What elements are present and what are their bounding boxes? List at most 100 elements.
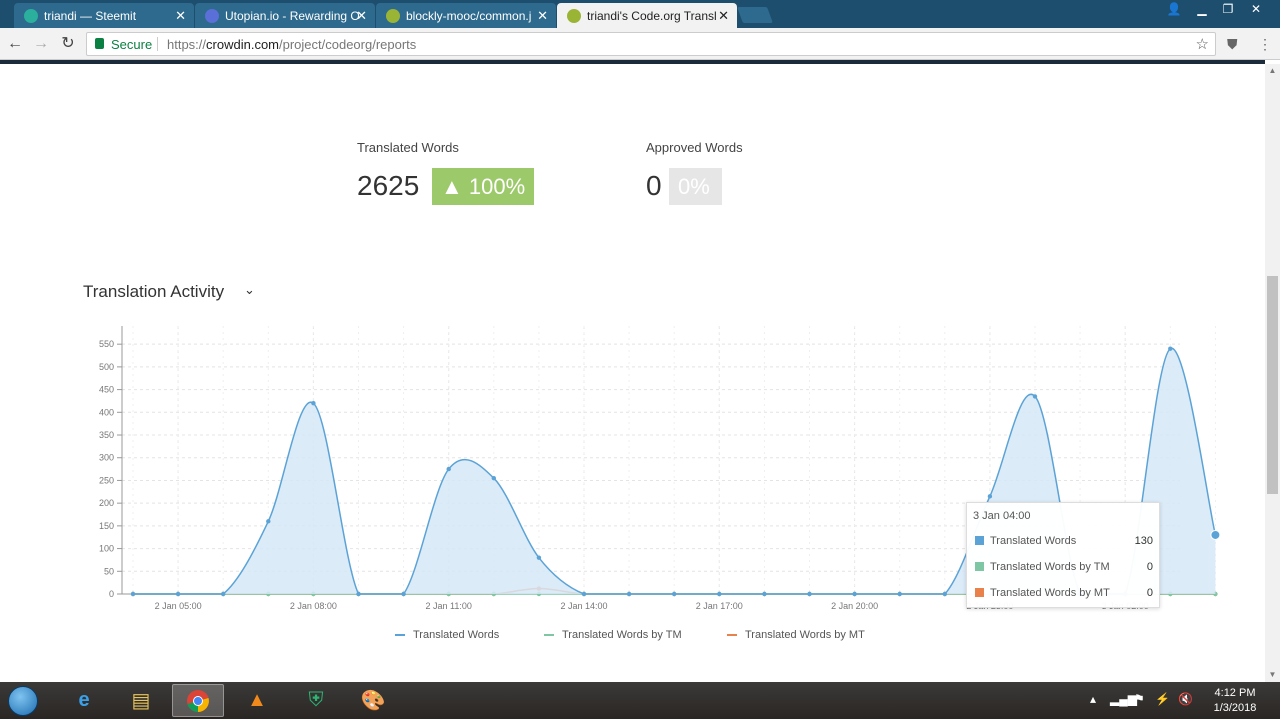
tooltip-row: Translated Words by TM 0 [975,561,1153,573]
scrollbar-thumb[interactable] [1267,276,1278,494]
data-point [1168,346,1173,351]
paint-icon[interactable]: 🎨 [347,684,399,717]
close-icon[interactable]: ✕ [356,8,367,24]
action-center-icon[interactable]: ⚑ [1134,692,1145,706]
shield-app-icon[interactable]: ⛨ [290,684,342,717]
x-tick-label: 2 Jan 08:00 [290,601,337,611]
x-tick-label: 2 Jan 14:00 [560,601,607,611]
data-point [536,555,542,560]
y-tick-label: 500 [99,362,114,372]
data-point [221,591,226,597]
y-tick-label: 550 [99,339,114,349]
scroll-down-icon[interactable]: ▼ [1265,668,1280,682]
file-explorer-icon[interactable]: ▤ [115,684,167,717]
y-tick-label: 0 [109,589,114,599]
tooltip-value: 0 [1146,561,1153,573]
close-icon[interactable]: ✕ [175,8,186,24]
legend-swatch [727,634,737,637]
data-point [175,591,181,597]
user-profile-icon[interactable]: 👤 [1160,0,1188,20]
reload-icon[interactable]: ↻ [57,33,79,55]
legend-swatch [395,634,405,637]
data-point [852,591,857,597]
data-point [1032,394,1038,399]
tooltip-value: 0 [1146,587,1153,599]
data-point [897,591,902,597]
legend-swatch [544,634,554,637]
system-clock[interactable]: 4:12 PM 1/3/2018 [1205,686,1265,716]
internet-explorer-icon[interactable]: e [58,684,110,717]
tooltip-label: Translated Words by TM [990,561,1110,573]
minimize-icon[interactable]: ▁ [1188,0,1216,20]
chart-tooltip: 3 Jan 04:00 Translated Words 130 Translat… [966,502,1160,608]
power-icon[interactable]: ⚡ [1155,692,1170,706]
data-point [130,591,136,597]
chrome-icon[interactable] [172,684,224,717]
shield-extension-icon[interactable]: ⛊ [1227,36,1238,53]
legend-translated-words-tm[interactable]: Translated Words by TM [544,629,682,641]
new-tab-button[interactable] [737,7,773,23]
url-scheme: https:// [167,37,207,52]
x-tick-label: 2 Jan 11:00 [426,601,472,611]
tooltip-swatch [975,562,984,571]
scroll-up-icon[interactable]: ▲ [1265,64,1280,78]
x-tick-label: 2 Jan 20:00 [831,601,878,611]
data-point [491,475,496,481]
restore-icon[interactable]: ❐ [1214,0,1242,20]
legend-translated-words[interactable]: Translated Words [395,629,499,641]
tooltip-title: 3 Jan 04:00 [973,510,1031,522]
data-point [717,591,722,597]
data-point [401,591,406,597]
legend-label: Translated Words by MT [745,629,865,641]
close-icon[interactable]: ✕ [537,8,548,24]
close-icon[interactable]: ✕ [718,8,729,24]
tab-title: blockly-mooc/common.j [406,9,532,23]
crowdin-favicon-icon [567,9,581,23]
tab-steemit[interactable]: triandi — Steemit ✕ [14,3,194,28]
data-point [762,591,767,597]
volume-icon[interactable]: 🔇 [1178,692,1193,706]
network-icon[interactable]: ▂▄▆ [1110,692,1137,706]
report-page: Translated Words 2625 ▲ 100% Approved Wo… [0,64,1265,682]
start-button[interactable] [8,686,38,716]
tab-blockly[interactable]: blockly-mooc/common.j ✕ [376,3,556,28]
show-hidden-icons[interactable]: ▴ [1090,692,1096,706]
tooltip-label: Translated Words by MT [990,587,1110,599]
data-point [266,519,271,524]
legend-label: Translated Words by TM [562,629,682,641]
y-tick-label: 450 [99,385,114,395]
browser-toolbar: ← → ↻ Secure https://crowdin.com/project… [0,28,1280,60]
data-point [987,494,993,499]
divider [157,37,158,51]
clock-date: 1/3/2018 [1213,702,1257,714]
y-tick-label: 150 [99,521,114,531]
data-point [942,591,947,597]
vlc-icon[interactable]: ▲ [231,684,283,717]
browser-titlebar: triandi — Steemit ✕ Utopian.io - Rewardi… [0,0,1280,28]
y-tick-label: 350 [99,430,114,440]
tab-title: triandi's Code.org Transl [587,9,717,23]
menu-dots-icon[interactable]: ⋮ [1258,36,1272,53]
y-tick-label: 50 [104,566,114,576]
y-tick-label: 200 [99,498,114,508]
tab-codeorg-active[interactable]: triandi's Code.org Transl ✕ [557,3,737,28]
window-close-icon[interactable]: ✕ [1242,0,1270,20]
data-point [626,591,632,597]
legend-label: Translated Words [413,629,500,641]
forward-arrow-icon[interactable]: → [30,33,52,55]
legend-translated-words-mt[interactable]: Translated Words by MT [727,629,865,641]
data-point [1210,529,1221,540]
data-point [672,591,677,597]
address-bar[interactable]: Secure https://crowdin.com/project/codeo… [86,32,1216,56]
data-point [356,591,361,597]
url-text[interactable]: https://crowdin.com/project/codeorg/repo… [167,37,416,52]
tooltip-swatch [975,536,984,545]
url-path: /project/codeorg/reports [279,37,417,52]
y-tick-label: 250 [99,475,114,485]
back-arrow-icon[interactable]: ← [4,33,26,55]
tooltip-value: 130 [1134,535,1153,547]
tab-utopian[interactable]: Utopian.io - Rewarding O ✕ [195,3,375,28]
tab-title: Utopian.io - Rewarding O [225,9,360,23]
bookmark-star-icon[interactable]: ☆ [1196,35,1209,53]
vertical-scrollbar[interactable]: ▲ ▼ [1265,64,1280,682]
